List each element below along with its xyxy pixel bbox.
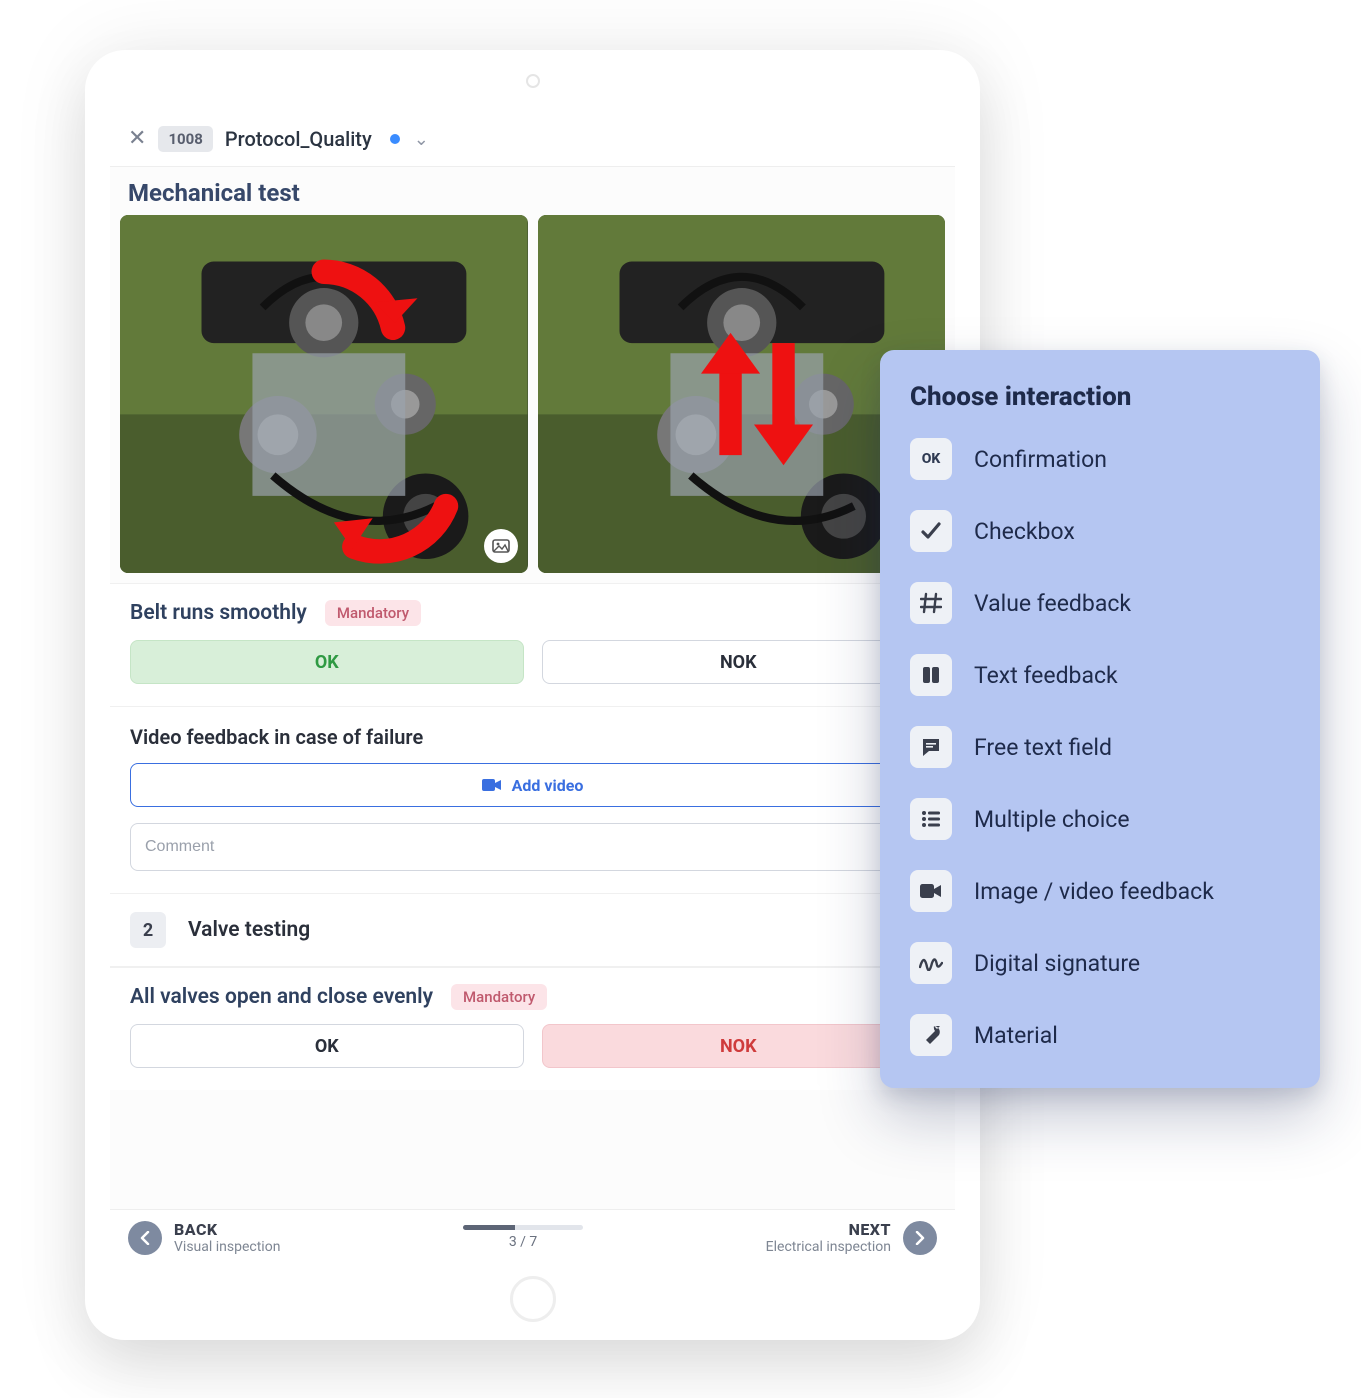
interaction-list: OK Confirmation Checkbox Value feedback … — [910, 438, 1290, 1056]
ok-button[interactable]: OK — [130, 640, 524, 684]
top-bar: ✕ 1008 Protocol_Quality ⌄ — [110, 112, 955, 167]
add-video-label: Add video — [512, 776, 584, 795]
interaction-text-feedback[interactable]: Text feedback — [910, 654, 1290, 696]
instruction-image-1[interactable] — [120, 215, 528, 573]
next-label: NEXT — [766, 1220, 891, 1239]
step-valve-testing[interactable]: 2 Valve testing — [110, 894, 955, 967]
next-subtitle: Electrical inspection — [766, 1239, 891, 1255]
list-icon — [910, 798, 952, 840]
interaction-confirmation[interactable]: OK Confirmation — [910, 438, 1290, 480]
step-title: Valve testing — [188, 918, 310, 942]
chevron-right-icon — [915, 1231, 925, 1245]
back-button[interactable] — [128, 1221, 162, 1255]
mandatory-pill: Mandatory — [451, 984, 547, 1010]
interaction-free-text[interactable]: Free text field — [910, 726, 1290, 768]
interaction-label: Image / video feedback — [974, 878, 1214, 905]
interaction-label: Value feedback — [974, 590, 1131, 617]
wrench-icon — [910, 1014, 952, 1056]
nok-button[interactable]: NOK — [542, 640, 936, 684]
tablet-home-button[interactable] — [510, 1276, 556, 1322]
signature-icon — [910, 942, 952, 984]
tablet-camera — [526, 74, 540, 88]
check-label: Belt runs smoothly — [130, 601, 307, 625]
page-indicator: 3 / 7 — [509, 1234, 537, 1250]
close-icon[interactable]: ✕ — [128, 128, 146, 150]
interaction-label: Text feedback — [974, 662, 1118, 689]
interaction-label: Free text field — [974, 734, 1112, 761]
image-expand-icon[interactable] — [484, 529, 518, 563]
step-number-badge: 2 — [130, 912, 166, 948]
chevron-down-icon[interactable]: ⌄ — [414, 129, 429, 150]
mandatory-pill: Mandatory — [325, 600, 421, 626]
popover-title: Choose interaction — [910, 382, 1290, 412]
image-row — [110, 215, 955, 583]
ok-text-icon: OK — [910, 438, 952, 480]
check-icon — [910, 510, 952, 552]
interaction-checkbox[interactable]: Checkbox — [910, 510, 1290, 552]
chevron-left-icon — [140, 1231, 150, 1245]
hash-icon — [910, 582, 952, 624]
content-area: Mechanical test — [110, 167, 955, 1209]
add-video-button[interactable]: Add video — [130, 763, 935, 807]
next-button[interactable] — [903, 1221, 937, 1255]
video-camera-icon — [482, 778, 502, 792]
comment-input[interactable] — [130, 823, 935, 871]
bottom-nav: BACK Visual inspection 3 / 7 NEXT Electr… — [110, 1209, 955, 1265]
back-subtitle: Visual inspection — [174, 1239, 280, 1255]
interaction-label: Digital signature — [974, 950, 1140, 977]
interaction-value-feedback[interactable]: Value feedback — [910, 582, 1290, 624]
interaction-label: Confirmation — [974, 446, 1107, 473]
interaction-signature[interactable]: Digital signature — [910, 942, 1290, 984]
ok-button[interactable]: OK — [130, 1024, 524, 1068]
tablet-frame: ✕ 1008 Protocol_Quality ⌄ Mechanical tes… — [85, 50, 980, 1340]
back-label: BACK — [174, 1220, 280, 1239]
check-belt: Belt runs smoothly Mandatory OK NOK — [110, 583, 955, 707]
progress-bar — [463, 1225, 583, 1230]
protocol-title: Protocol_Quality — [225, 127, 372, 151]
check-valves: All valves open and close evenly Mandato… — [110, 967, 955, 1090]
app-screen: ✕ 1008 Protocol_Quality ⌄ Mechanical tes… — [110, 112, 955, 1265]
video-feedback-block: Video feedback in case of failure Add vi… — [110, 707, 955, 894]
interaction-material[interactable]: Material — [910, 1014, 1290, 1056]
interaction-label: Multiple choice — [974, 806, 1130, 833]
interaction-media-feedback[interactable]: Image / video feedback — [910, 870, 1290, 912]
interaction-multiple-choice[interactable]: Multiple choice — [910, 798, 1290, 840]
protocol-id-pill: 1008 — [158, 126, 212, 152]
check-label: All valves open and close evenly — [130, 985, 433, 1009]
message-icon — [910, 726, 952, 768]
nok-button[interactable]: NOK — [542, 1024, 936, 1068]
interaction-label: Material — [974, 1022, 1058, 1049]
interaction-label: Checkbox — [974, 518, 1075, 545]
columns-icon — [910, 654, 952, 696]
status-dot-icon — [390, 134, 400, 144]
section-title: Mechanical test — [128, 179, 937, 207]
video-feedback-label: Video feedback in case of failure — [130, 725, 935, 749]
video-camera-icon — [910, 870, 952, 912]
choose-interaction-popover: Choose interaction OK Confirmation Check… — [880, 350, 1320, 1088]
